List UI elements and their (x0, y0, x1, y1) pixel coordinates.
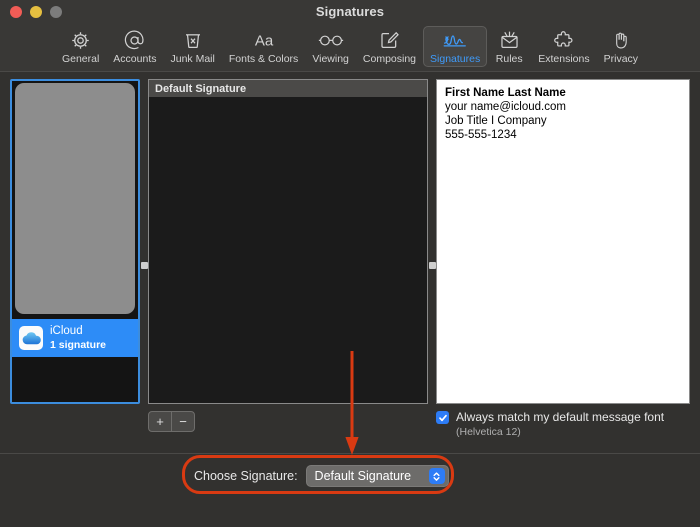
account-text-block: iCloud 1 signature (50, 325, 106, 350)
signatures-content-area: iCloud 1 signature Default Signature + −… (0, 72, 700, 527)
redacted-account-entry (15, 83, 135, 314)
compose-pencil-icon (379, 29, 399, 51)
choose-signature-value: Default Signature (307, 469, 412, 483)
signature-icon (442, 29, 468, 51)
remove-signature-button[interactable]: − (172, 412, 194, 431)
toolbar-label-general: General (62, 53, 99, 65)
aa-text-icon: Aa (249, 29, 279, 51)
toolbar-item-junk-mail[interactable]: Junk Mail (164, 26, 222, 67)
choose-signature-label: Choose Signature: (194, 469, 298, 483)
toolbar-label-privacy: Privacy (604, 53, 638, 65)
preview-line-phone: 555-555-1234 (445, 128, 681, 142)
preview-line-jobtitle: Job Title I Company (445, 114, 681, 128)
toolbar-label-extensions: Extensions (538, 53, 589, 65)
toolbar-label-rules: Rules (496, 53, 523, 65)
toolbar-item-privacy[interactable]: Privacy (597, 26, 645, 67)
gear-icon (70, 29, 91, 51)
signature-preview-editor[interactable]: First Name Last Name your name@icloud.co… (436, 79, 690, 404)
checkmark-icon[interactable] (436, 411, 449, 424)
toolbar-item-composing[interactable]: Composing (356, 26, 423, 67)
at-sign-icon (124, 29, 145, 51)
rules-envelope-icon (499, 29, 520, 51)
glasses-icon (318, 29, 344, 51)
toolbar-item-viewing[interactable]: Viewing (305, 26, 356, 67)
toolbar-label-signatures: Signatures (430, 53, 480, 65)
add-signature-button[interactable]: + (149, 412, 171, 431)
puzzle-piece-icon (553, 29, 574, 51)
signature-list-item-default[interactable]: Default Signature (149, 80, 427, 97)
match-default-font-label: Always match my default message font (456, 410, 664, 425)
toolbar-label-composing: Composing (363, 53, 416, 65)
preview-line-name: First Name Last Name (445, 86, 681, 100)
accounts-list[interactable]: iCloud 1 signature (10, 79, 140, 404)
toolbar-item-accounts[interactable]: Accounts (106, 26, 163, 67)
choose-signature-popup-button[interactable]: Default Signature (306, 465, 449, 487)
signatures-preferences-window: Signatures General Accounts (0, 0, 700, 527)
account-name: iCloud (50, 325, 106, 338)
toolbar-item-rules[interactable]: Rules (487, 26, 531, 67)
toolbar-item-fonts-colors[interactable]: Aa Fonts & Colors (222, 26, 305, 67)
hand-icon (611, 29, 630, 51)
match-default-font-sublabel: (Helvetica 12) (456, 425, 664, 439)
toolbar-label-viewing: Viewing (312, 53, 349, 65)
match-default-font-text-block: Always match my default message font (He… (456, 410, 664, 439)
toolbar-item-general[interactable]: General (55, 26, 106, 67)
toolbar-label-fonts-colors: Fonts & Colors (229, 53, 298, 65)
window-title: Signatures (0, 4, 700, 19)
account-signature-count: 1 signature (50, 339, 106, 351)
toolbar-label-accounts: Accounts (113, 53, 156, 65)
trash-x-icon (183, 29, 203, 51)
signature-add-remove-control[interactable]: + − (148, 411, 195, 432)
toolbar-label-junk-mail: Junk Mail (171, 53, 215, 65)
svg-text:Aa: Aa (254, 32, 273, 49)
toolbar-item-extensions[interactable]: Extensions (531, 26, 596, 67)
account-list-item-icloud[interactable]: iCloud 1 signature (12, 319, 138, 357)
signature-list[interactable]: Default Signature (148, 79, 428, 404)
toolbar-item-signatures[interactable]: Signatures (423, 26, 487, 67)
preview-line-email: your name@icloud.com (445, 100, 681, 114)
icloud-cloud-icon (19, 326, 43, 350)
chevron-up-down-icon (429, 468, 445, 484)
bottom-divider (0, 453, 700, 454)
left-splitter-handle[interactable] (141, 262, 148, 269)
right-splitter-handle[interactable] (429, 262, 436, 269)
choose-signature-row: Choose Signature: Default Signature (194, 465, 449, 487)
match-default-font-checkbox-row[interactable]: Always match my default message font (He… (436, 410, 664, 439)
title-bar: Signatures (0, 0, 700, 24)
preferences-toolbar: General Accounts Junk Mail (0, 24, 700, 72)
